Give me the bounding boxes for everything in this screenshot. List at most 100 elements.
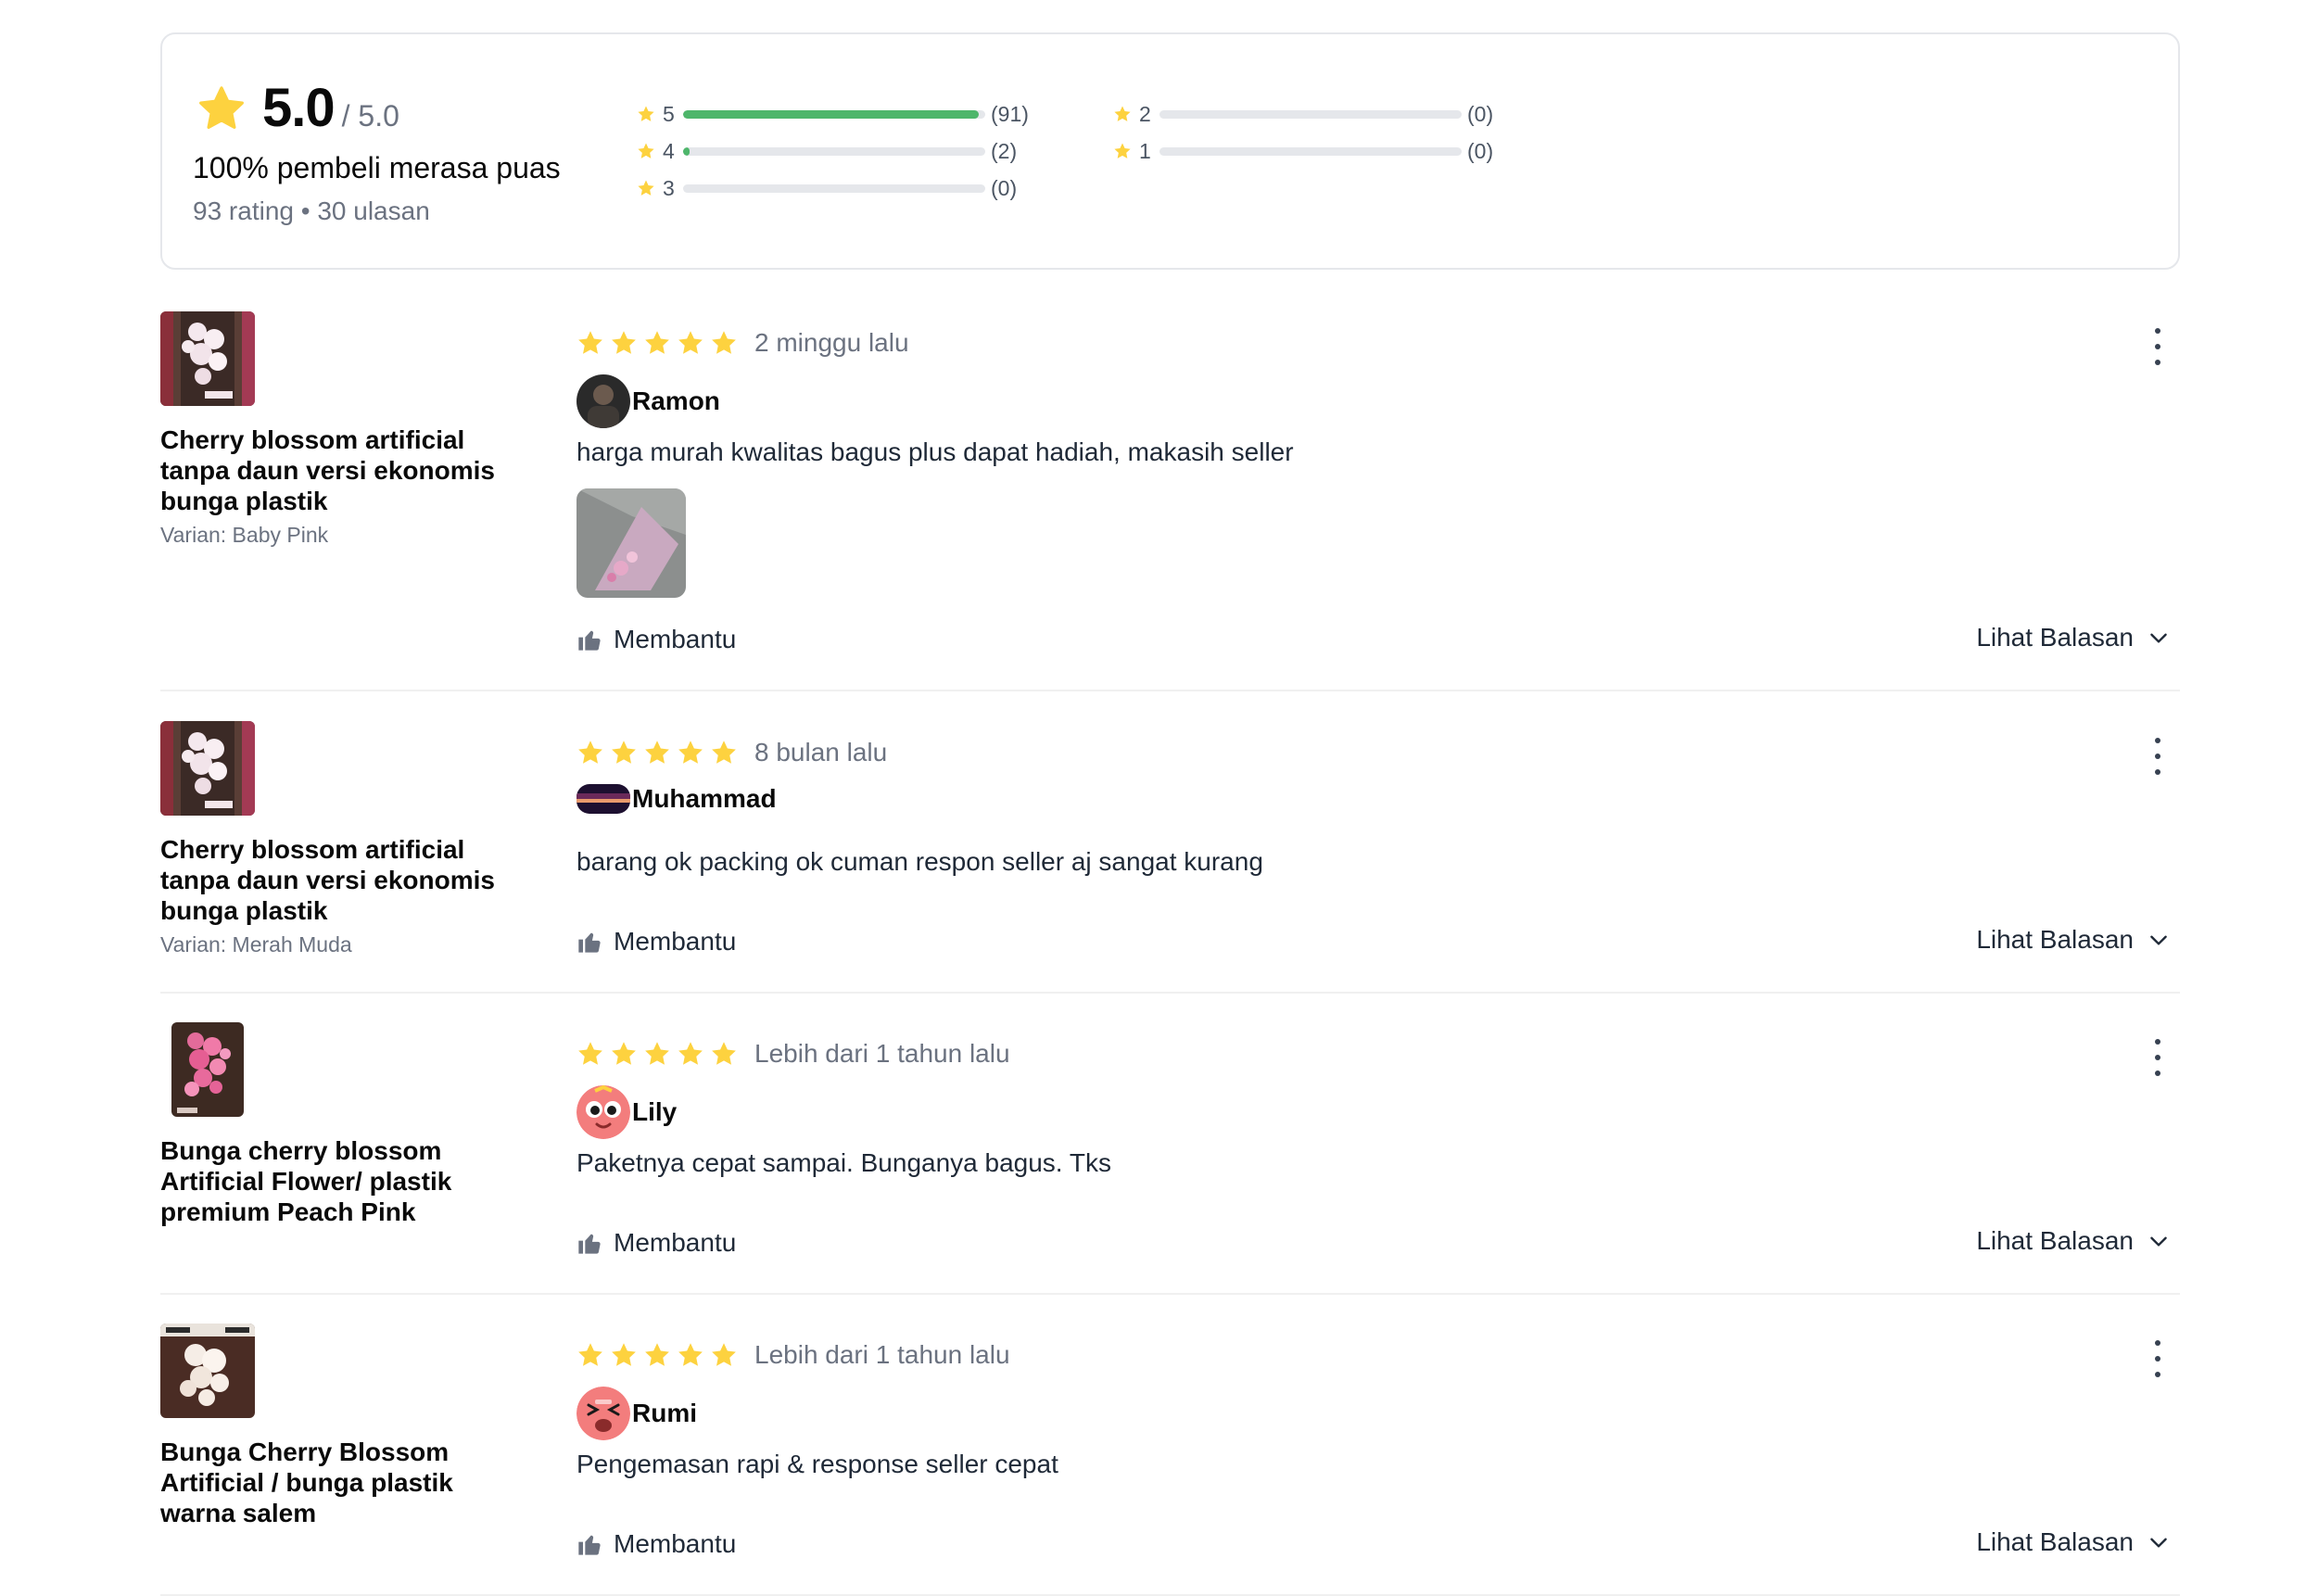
star-icon [578, 331, 602, 354]
helpful-label: Membantu [614, 1228, 737, 1257]
distribution-bar-fill [683, 109, 979, 119]
distribution-star-label: 3 [663, 175, 675, 200]
star-icon [712, 331, 736, 354]
chevron-down-icon [2150, 1538, 2167, 1548]
star-icon [199, 85, 244, 129]
view-replies-label: Lihat Balasan [1976, 623, 2134, 652]
distribution-row[interactable]: 1 (0) [1113, 133, 1493, 170]
distribution-bar [683, 184, 985, 193]
review-text: harga murah kwalitas bagus plus dapat ha… [576, 437, 1294, 466]
reviewer-name: Muhammad [632, 784, 777, 813]
more-options-icon[interactable] [2148, 328, 2167, 365]
reviewer: Rumi [576, 1387, 697, 1440]
score-max: / 5.0 [341, 99, 399, 133]
distribution-count: (0) [991, 175, 1018, 200]
star-icon [678, 1042, 703, 1065]
product-thumbnail[interactable] [171, 1022, 244, 1117]
review-item: Cherry blossom artificial tanpa daun ver… [160, 721, 2180, 994]
avatar [576, 1387, 630, 1440]
distribution-row[interactable]: 3 (0) [637, 170, 1029, 207]
reviewer: Lily [576, 1085, 677, 1139]
star-icon [612, 1343, 636, 1366]
product-name[interactable]: Bunga Cherry Blossom Artificial / bunga … [160, 1437, 513, 1528]
product-thumbnail[interactable] [160, 311, 255, 406]
distribution-row[interactable]: 2 (0) [1113, 95, 1493, 133]
distribution-bar [683, 109, 985, 119]
product-thumbnail[interactable] [160, 1324, 255, 1418]
star-icon [678, 1343, 703, 1366]
chevron-down-icon [2150, 935, 2167, 945]
helpful-label: Membantu [614, 927, 737, 956]
avatar [576, 784, 630, 814]
review-time: Lebih dari 1 tahun lalu [754, 1039, 1010, 1068]
review-rating: 2 minggu lalu [576, 328, 909, 358]
more-options-icon[interactable] [2148, 738, 2167, 775]
star-icon [645, 1343, 669, 1366]
product-name[interactable]: Cherry blossom artificial tanpa daun ver… [160, 424, 513, 516]
reviewer-name: Rumi [632, 1399, 697, 1427]
view-replies-button[interactable]: Lihat Balasan [1976, 1226, 2171, 1256]
thumbs-up-icon [578, 1535, 601, 1555]
review-rating: Lebih dari 1 tahun lalu [576, 1039, 1010, 1069]
distribution-row[interactable]: 4 (2) [637, 133, 1029, 170]
helpful-button[interactable]: Membantu [576, 927, 736, 956]
star-icon [578, 741, 602, 764]
star-icon [578, 1343, 602, 1366]
distribution-bar [1159, 146, 1462, 156]
product-name[interactable]: Cherry blossom artificial tanpa daun ver… [160, 834, 513, 926]
distribution-bar-fill [683, 146, 691, 156]
product-variant: Varian: Baby Pink [160, 523, 329, 547]
view-replies-label: Lihat Balasan [1976, 1226, 2134, 1255]
review-item: Cherry blossom artificial tanpa daun ver… [160, 311, 2180, 691]
satisfaction-text: 100% pembeli merasa puas [193, 151, 561, 184]
star-icon [678, 331, 703, 354]
helpful-button[interactable]: Membantu [576, 1228, 736, 1258]
helpful-button[interactable]: Membantu [576, 625, 736, 654]
more-options-icon[interactable] [2148, 1340, 2167, 1377]
distribution-count: (0) [1467, 101, 1494, 126]
product-variant: Varian: Merah Muda [160, 932, 352, 956]
review-text: barang ok packing ok cuman respon seller… [576, 847, 1263, 876]
product-name[interactable]: Bunga cherry blossom Artificial Flower/ … [160, 1135, 513, 1227]
star-icon [638, 180, 654, 196]
view-replies-button[interactable]: Lihat Balasan [1976, 1527, 2171, 1557]
distribution-bar [1159, 109, 1462, 119]
star-icon [678, 741, 703, 764]
review-time: Lebih dari 1 tahun lalu [754, 1340, 1010, 1369]
view-replies-label: Lihat Balasan [1976, 925, 2134, 954]
star-icon [645, 331, 669, 354]
avatar [576, 1085, 630, 1139]
star-icon [712, 741, 736, 764]
rating-counts: 93 rating • 30 ulasan [193, 196, 430, 225]
view-replies-button[interactable]: Lihat Balasan [1976, 623, 2171, 652]
distribution-count: (2) [991, 138, 1018, 163]
star-icon [612, 741, 636, 764]
review-text: Pengemasan rapi & response seller cepat [576, 1450, 1058, 1478]
star-icon [712, 1343, 736, 1366]
view-replies-button[interactable]: Lihat Balasan [1976, 925, 2171, 955]
star-icon [578, 1042, 602, 1065]
distribution-star-label: 5 [663, 101, 675, 126]
helpful-button[interactable]: Membantu [576, 1529, 736, 1559]
chevron-down-icon [2150, 1236, 2167, 1247]
product-thumbnail[interactable] [160, 721, 255, 816]
distribution-row[interactable]: 5 (91) [637, 95, 1029, 133]
score-value: 5.0 [262, 78, 336, 138]
distribution-count: (0) [1467, 138, 1494, 163]
chevron-down-icon [2150, 633, 2167, 643]
review-rating: Lebih dari 1 tahun lalu [576, 1340, 1010, 1370]
thumbs-up-icon [578, 1234, 601, 1254]
reviewer-name: Lily [632, 1097, 678, 1126]
star-icon [1114, 106, 1131, 121]
reviewer: Ramon [576, 374, 720, 428]
star-icon [1114, 143, 1131, 158]
review-item: Bunga cherry blossom Artificial Flower/ … [160, 1022, 2180, 1295]
star-icon [638, 106, 654, 121]
review-time: 2 minggu lalu [754, 328, 909, 357]
star-icon [612, 1042, 636, 1065]
distribution-star-label: 4 [663, 138, 675, 163]
more-options-icon[interactable] [2148, 1039, 2167, 1076]
review-photo[interactable] [576, 488, 686, 598]
rating-distribution-right: 2 (0) 1 (0) [1113, 95, 1493, 170]
helpful-label: Membantu [614, 625, 737, 653]
